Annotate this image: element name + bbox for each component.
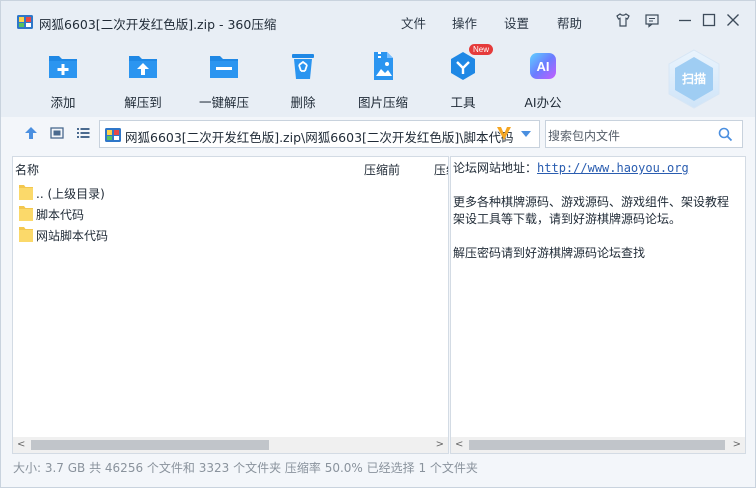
menu-settings[interactable]: 设置: [504, 13, 529, 32]
address-bar[interactable]: 网狐6603[二次开发红色版].zip\网狐6603[二次开发红色版]\脚本代码: [99, 120, 540, 148]
add-label: 添加: [50, 95, 76, 110]
list-item-folder[interactable]: 网站脚本代码: [19, 224, 439, 244]
delete-label: 删除: [290, 95, 316, 110]
window-title: 网狐6603[二次开发红色版].zip - 360压缩: [39, 17, 277, 32]
menu-operate[interactable]: 操作: [452, 13, 477, 32]
list-item-name: 脚本代码: [36, 208, 85, 222]
maximize-icon[interactable]: [701, 12, 717, 28]
image-compress-label: 图片压缩: [357, 95, 408, 110]
scan-button[interactable]: 扫描: [666, 48, 722, 110]
ai-icon: AI: [530, 53, 556, 79]
scroll-right-icon[interactable]: >: [733, 439, 741, 450]
scan-label: 扫描: [682, 71, 706, 86]
verified-v-icon: [497, 127, 511, 140]
close-icon[interactable]: [725, 12, 741, 28]
toolbar: 添加 解压到 一键解压 删除 图片压缩 New 工具 AI AI办公 扫描: [1, 39, 755, 117]
skin-icon[interactable]: [615, 12, 631, 28]
list-view-icon[interactable]: [75, 125, 91, 141]
minimize-icon[interactable]: [677, 12, 693, 28]
search-box[interactable]: 搜索包内文件: [545, 120, 743, 148]
address-path: 网狐6603[二次开发红色版].zip\网狐6603[二次开发红色版]\脚本代码: [125, 130, 514, 145]
recycle-bin-icon: [292, 54, 314, 79]
address-row: 网狐6603[二次开发红色版].zip\网狐6603[二次开发红色版]\脚本代码…: [1, 117, 755, 153]
horizontal-scrollbar[interactable]: < >: [13, 437, 448, 453]
tools-label: 工具: [450, 95, 476, 110]
column-header-size-after[interactable]: 压缩后: [434, 161, 448, 178]
folder-icon: [19, 206, 33, 221]
title-bar: 网狐6603[二次开发红色版].zip - 360压缩 文件 操作 设置 帮助: [1, 1, 755, 39]
search-input[interactable]: 搜索包内文件: [548, 127, 620, 144]
list-item-parent-dir[interactable]: .. (上级目录): [19, 182, 439, 202]
comment-line: 架设工具等下载，请到好游棋牌源码论坛。: [453, 212, 682, 226]
app-window: 网狐6603[二次开发红色版].zip - 360压缩 文件 操作 设置 帮助: [0, 0, 756, 488]
search-icon[interactable]: [718, 127, 733, 142]
one-click-extract-button[interactable]: 一键解压: [184, 49, 264, 111]
archive-file-icon: [105, 128, 121, 142]
new-badge: New: [469, 44, 494, 55]
scroll-left-icon[interactable]: <: [17, 439, 25, 450]
forum-link[interactable]: http://www.haoyou.org: [537, 161, 689, 175]
add-folder-icon: [49, 56, 77, 78]
list-item-name: .. (上级目录): [36, 187, 105, 201]
extract-to-button[interactable]: 解压到: [103, 49, 183, 111]
menu-help[interactable]: 帮助: [557, 13, 582, 32]
comment-pane: 论坛网站地址：http://www.haoyou.org 更多各种棋牌源码、游戏…: [450, 156, 746, 454]
image-compress-icon: [374, 52, 393, 80]
add-button[interactable]: 添加: [23, 49, 103, 111]
scroll-right-icon[interactable]: >: [436, 439, 444, 450]
forum-address-line: 论坛网站地址：http://www.haoyou.org: [453, 159, 689, 176]
comment-line: 解压密码请到好游棋牌源码论坛查找: [453, 246, 646, 260]
folder-icon: [19, 227, 33, 242]
ai-icon-text: AI: [537, 59, 550, 74]
status-bar: 大小: 3.7 GB 共 46256 个文件和 3323 个文件夹 压缩率 50…: [13, 461, 478, 475]
thumbnail-view-icon[interactable]: [49, 125, 65, 141]
up-arrow-icon[interactable]: [23, 125, 39, 141]
menu-file[interactable]: 文件: [401, 13, 426, 32]
column-header-name[interactable]: 名称: [15, 161, 39, 178]
scrollbar-thumb[interactable]: [31, 440, 269, 450]
image-compress-button[interactable]: 图片压缩: [343, 49, 423, 111]
forum-address-label: 论坛网站地址：: [453, 161, 538, 175]
one-click-extract-label: 一键解压: [198, 95, 249, 110]
scrollbar-thumb[interactable]: [469, 440, 725, 450]
file-list-pane: 名称 压缩前 压缩后 .. (上级目录) 脚本代码 网站脚本代码 <: [12, 156, 449, 454]
ai-office-button[interactable]: AI AI办公: [503, 49, 583, 111]
feedback-icon[interactable]: [644, 12, 660, 28]
horizontal-scrollbar[interactable]: < >: [451, 437, 745, 453]
extract-to-label: 解压到: [124, 95, 162, 110]
folder-icon: [19, 185, 33, 200]
ai-office-label: AI办公: [524, 95, 562, 110]
comment-line: 更多各种棋牌源码、游戏源码、游戏组件、架设教程: [453, 195, 730, 209]
one-click-extract-icon: [210, 56, 238, 78]
column-header-size-before[interactable]: 压缩前: [364, 161, 400, 178]
list-item-folder[interactable]: 脚本代码: [19, 203, 439, 223]
chevron-down-icon[interactable]: [520, 130, 532, 138]
archive-app-icon: [17, 15, 33, 29]
extract-folder-icon: [129, 56, 157, 78]
scroll-left-icon[interactable]: <: [455, 439, 463, 450]
delete-button[interactable]: 删除: [263, 49, 343, 111]
list-item-name: 网站脚本代码: [36, 229, 109, 243]
tools-button[interactable]: New 工具: [423, 44, 503, 111]
